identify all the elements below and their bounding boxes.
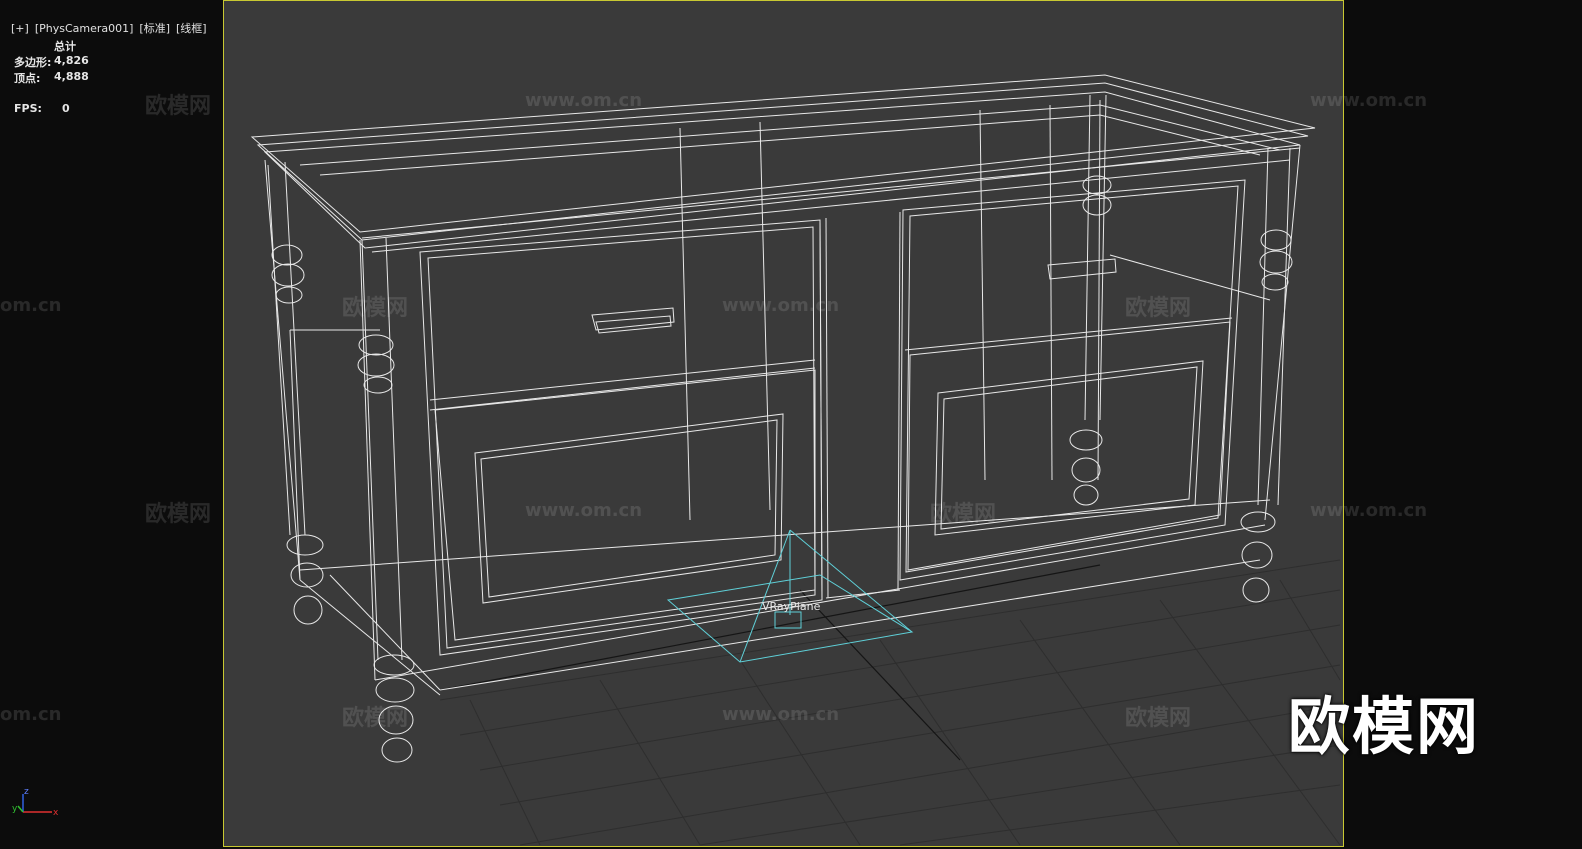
z-axis-label: z xyxy=(24,787,29,797)
watermark-brand: 欧模网 xyxy=(145,94,212,119)
watermark-url: www.om.cn xyxy=(525,500,643,521)
x-axis-label: x xyxy=(53,808,59,818)
brand-watermark-large: 欧模网 xyxy=(1288,690,1481,763)
watermark-brand: 欧模网 xyxy=(1125,706,1192,731)
watermark-url: om.cn xyxy=(0,704,62,725)
watermark-brand: 欧模网 xyxy=(342,296,409,321)
axis-gizmo: x z y xyxy=(12,787,59,818)
watermark-url: www.om.cn xyxy=(722,704,840,725)
watermark-brand: 欧模网 xyxy=(930,502,997,527)
watermark-url: www.om.cn xyxy=(525,90,643,111)
vray-plane-light[interactable] xyxy=(666,529,914,663)
y-axis-label: y xyxy=(12,804,18,814)
watermark-url: www.om.cn xyxy=(1310,90,1428,111)
ground-grid xyxy=(439,559,1341,846)
vray-plane-label[interactable]: VRayPlane xyxy=(762,600,820,613)
watermark-url: www.om.cn xyxy=(722,295,840,316)
watermark-brand: 欧模网 xyxy=(342,706,409,731)
watermark-brand: 欧模网 xyxy=(145,502,212,527)
watermark-brand: 欧模网 xyxy=(1125,296,1192,321)
watermark-url: om.cn xyxy=(0,295,62,316)
grid-axis-lines xyxy=(439,564,1101,761)
watermark-url: www.om.cn xyxy=(1310,500,1428,521)
